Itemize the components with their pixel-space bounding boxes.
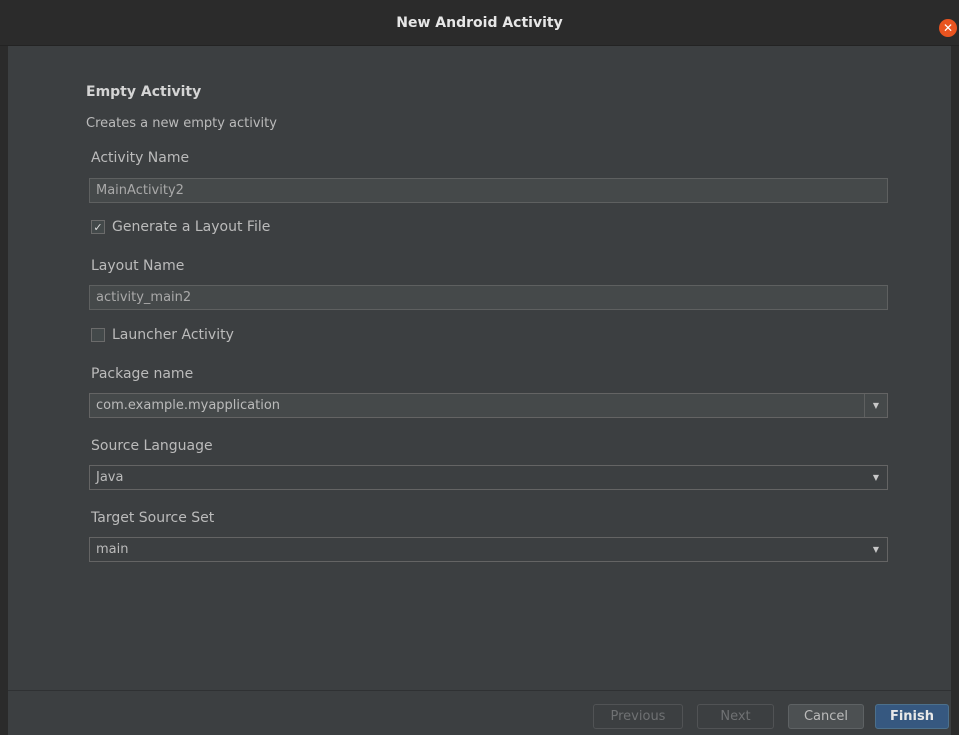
- target-source-set-label: Target Source Set: [91, 510, 215, 526]
- generate-layout-checkbox-row[interactable]: ✓ Generate a Layout File: [91, 219, 270, 235]
- chevron-down-icon[interactable]: ▼: [864, 394, 887, 417]
- left-border: [0, 46, 8, 735]
- chevron-down-icon[interactable]: ▼: [865, 466, 887, 489]
- title-bar: New Android Activity ✕: [0, 0, 959, 46]
- launcher-activity-label: Launcher Activity: [112, 327, 234, 343]
- target-source-set-dropdown[interactable]: main ▼: [89, 537, 888, 562]
- close-icon[interactable]: ✕: [939, 19, 957, 37]
- previous-button[interactable]: Previous: [593, 704, 683, 729]
- activity-name-label: Activity Name: [91, 150, 190, 166]
- right-border: [951, 46, 959, 735]
- window-title: New Android Activity: [396, 15, 563, 31]
- checkbox-unchecked-icon[interactable]: [91, 328, 105, 342]
- finish-button[interactable]: Finish: [875, 704, 949, 729]
- source-language-label: Source Language: [91, 438, 213, 454]
- launcher-activity-checkbox-row[interactable]: Launcher Activity: [91, 327, 234, 343]
- checkbox-checked-icon[interactable]: ✓: [91, 220, 105, 234]
- cancel-button[interactable]: Cancel: [788, 704, 864, 729]
- layout-name-label: Layout Name: [91, 258, 185, 274]
- package-name-combobox[interactable]: com.example.myapplication ▼: [89, 393, 888, 418]
- activity-name-input[interactable]: [89, 178, 888, 203]
- template-description: Creates a new empty activity: [86, 116, 277, 131]
- template-heading: Empty Activity: [86, 84, 202, 100]
- chevron-down-icon[interactable]: ▼: [865, 538, 887, 561]
- source-language-value: Java: [96, 470, 124, 485]
- source-language-dropdown[interactable]: Java ▼: [89, 465, 888, 490]
- layout-name-input[interactable]: [89, 285, 888, 310]
- target-source-set-value: main: [96, 542, 129, 557]
- package-name-label: Package name: [91, 366, 194, 382]
- package-name-value[interactable]: com.example.myapplication: [90, 398, 864, 413]
- next-button[interactable]: Next: [697, 704, 774, 729]
- generate-layout-label: Generate a Layout File: [112, 219, 271, 235]
